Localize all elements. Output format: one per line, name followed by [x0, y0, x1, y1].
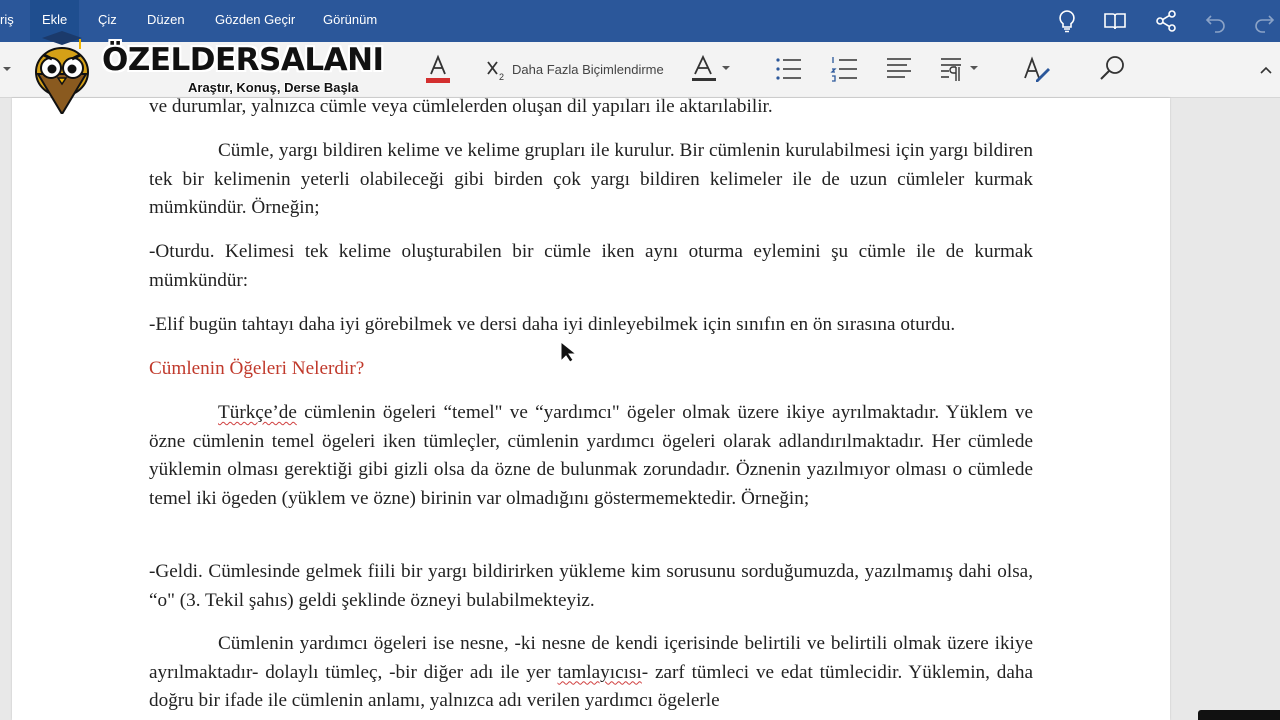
svg-text:2: 2	[499, 72, 504, 82]
more-formatting-label[interactable]: Daha Fazla Biçimlendirme	[512, 62, 664, 77]
font-color-icon[interactable]	[424, 54, 452, 86]
paragraph: -Geldi. Cümlesinde gelmek fiili bir yarg…	[149, 561, 1033, 611]
section-heading: Cümlenin Öğeleri Nelerdir?	[149, 358, 365, 379]
lightbulb-icon[interactable]	[1053, 7, 1081, 35]
font-color-swatch	[426, 78, 450, 83]
mouse-cursor-icon	[560, 340, 578, 368]
paragraph: Cümle, yargı bildiren kelime ve kelime g…	[149, 140, 1033, 219]
subscript-icon[interactable]: 2	[485, 58, 507, 90]
spellcheck-word[interactable]: tamlayıcısı	[558, 662, 642, 683]
bullet-list-icon[interactable]	[774, 54, 804, 86]
paragraph: Cümlenin yardımcı ögeleri ise nesne, -ki…	[149, 630, 1033, 716]
search-icon[interactable]	[1098, 54, 1128, 86]
redo-icon[interactable]	[1250, 7, 1278, 35]
corner-overlay	[1198, 710, 1280, 720]
text-style-icon[interactable]	[690, 54, 736, 86]
numbered-list-icon[interactable]	[830, 54, 860, 86]
align-icon[interactable]	[884, 54, 914, 86]
paragraph: Türkçe’de cümlenin ögeleri “temel" ve “y…	[149, 399, 1033, 513]
tab-file[interactable]: riş	[0, 0, 14, 42]
paragraph: -Oturdu. Kelimesi tek kelime oluşturabil…	[149, 241, 1033, 291]
undo-icon[interactable]	[1202, 7, 1230, 35]
document-page[interactable]: ve durumlar, yalnızca cümle veya cümlele…	[12, 98, 1170, 720]
logo-title: ÖZELDERSALANI	[102, 42, 384, 78]
share-icon[interactable]	[1152, 7, 1180, 35]
ozeldersalani-watermark: ÖZELDERSALANI Araştır, Konuş, Derse Başl…	[30, 30, 390, 115]
owl-mascot-icon	[35, 31, 89, 114]
font-dropdown-arrow-icon[interactable]	[0, 62, 14, 94]
book-icon[interactable]	[1101, 7, 1129, 35]
logo-subtitle: Araştır, Konuş, Derse Başla	[188, 80, 359, 95]
collapse-icon[interactable]	[1258, 62, 1274, 94]
styles-icon[interactable]	[1022, 54, 1052, 86]
paragraph-icon[interactable]	[938, 54, 982, 86]
paragraph: -Elif bugün tahtayı daha iyi görebilmek …	[149, 314, 956, 335]
document-area: ve durumlar, yalnızca cümle veya cümlele…	[0, 98, 1280, 720]
spellcheck-word[interactable]: Türkçe’de	[218, 402, 297, 423]
